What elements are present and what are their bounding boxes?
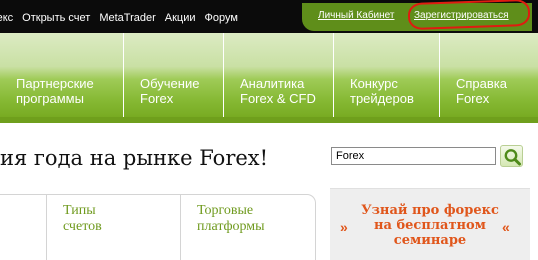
seminar-promo-text: Узнай про форекс на бесплатном семинаре xyxy=(361,203,499,248)
tab-label: Торговые платформы xyxy=(197,203,265,234)
top-nav-open-account-link[interactable]: Открыть счет xyxy=(22,12,90,24)
top-nav-metatrader-link[interactable]: MetaTrader xyxy=(99,12,155,24)
top-nav-forex-link[interactable]: Форекс xyxy=(0,12,13,24)
tab-trading-platforms[interactable]: Торговые платформы xyxy=(180,194,316,260)
search-icon xyxy=(504,149,521,166)
menu-item-label: Справка Forex xyxy=(456,76,507,106)
personal-cabinet-link[interactable]: Личный Кабинет xyxy=(318,10,394,21)
menu-item-label: Конкурс трейдеров xyxy=(350,76,414,106)
menu-item-partner-programs[interactable]: Партнерские программы xyxy=(0,33,123,117)
menu-item-forex-help[interactable]: Справка Forex xyxy=(439,33,538,117)
menu-bottom-strip xyxy=(0,117,538,123)
top-nav-forum-link[interactable]: Форум xyxy=(205,12,238,24)
top-nav-stocks-link[interactable]: Акции xyxy=(165,12,196,24)
seminar-promo[interactable]: » Узнай про форекс на бесплатном семинар… xyxy=(330,188,530,260)
chevron-left-icon: « xyxy=(502,219,510,235)
main-menu: Партнерские программы Обучение Forex Ана… xyxy=(0,33,538,117)
tab-label: Типы счетов xyxy=(63,203,102,234)
register-highlight-annotation xyxy=(407,0,531,31)
menu-item-label: Аналитика Forex & CFD xyxy=(240,76,316,106)
menu-item-forex-training[interactable]: Обучение Forex xyxy=(123,33,223,117)
top-bar: Форекс Открыть счет MetaTrader Акции Фор… xyxy=(0,0,538,33)
menu-item-label: Партнерские программы xyxy=(16,76,94,106)
top-nav: Форекс Открыть счет MetaTrader Акции Фор… xyxy=(0,12,247,24)
menu-item-analytics[interactable]: Аналитика Forex & CFD xyxy=(223,33,333,117)
page-headline: ия года на рынке Forex! xyxy=(0,146,269,170)
tab-account-types[interactable]: Типы счетов xyxy=(46,194,180,260)
search-input[interactable] xyxy=(331,147,496,165)
menu-item-traders-contest[interactable]: Конкурс трейдеров xyxy=(333,33,439,117)
search-button[interactable] xyxy=(500,145,523,167)
menu-item-label: Обучение Forex xyxy=(140,76,200,106)
